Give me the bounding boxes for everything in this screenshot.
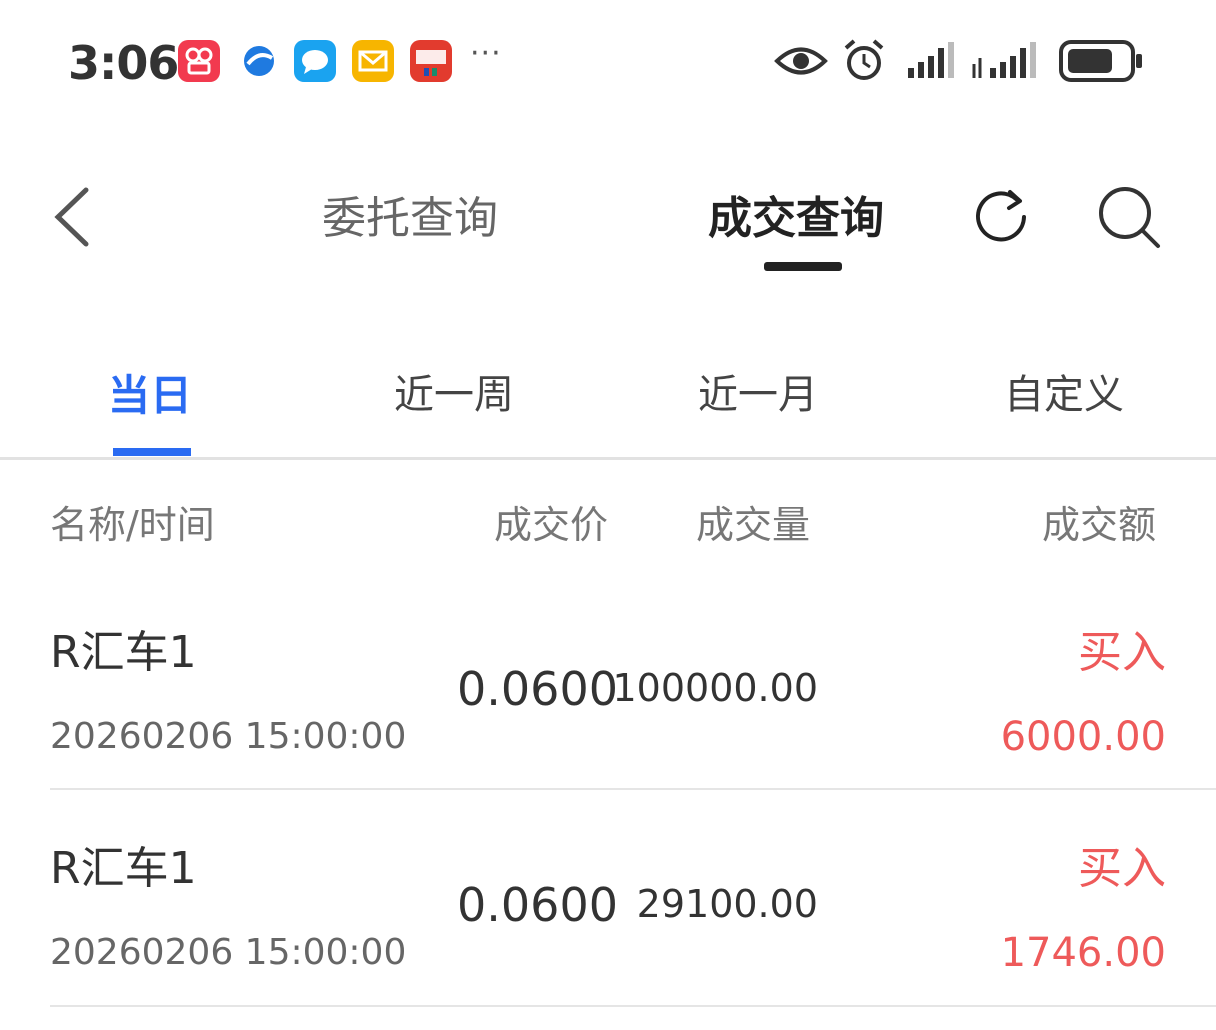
trade-side: 买入 <box>1078 627 1166 678</box>
kuaishou-app-icon <box>178 40 220 82</box>
active-tab-indicator <box>764 262 842 271</box>
status-time: 3:06 <box>68 36 179 90</box>
alarm-icon <box>844 39 884 80</box>
period-tab-month[interactable]: 近一月 <box>698 362 818 420</box>
signal-2-icon <box>972 42 1036 78</box>
trade-time: 20260206 15:00:00 <box>50 716 407 757</box>
period-tab-week[interactable]: 近一周 <box>394 362 514 420</box>
row-divider <box>50 788 1216 790</box>
trade-side: 买入 <box>1078 843 1166 894</box>
unionpay-app-icon <box>410 40 452 82</box>
period-tab-custom[interactable]: 自定义 <box>1004 362 1124 420</box>
trade-price: 0.0600 <box>457 878 618 932</box>
trade-volume: 100000.00 <box>612 666 819 710</box>
period-tabs: 当日 近一周 近一月 自定义 <box>0 350 1216 460</box>
trade-name: R汇车1 <box>50 843 197 894</box>
battery-icon <box>1059 40 1142 82</box>
header: 委托查询 成交查询 <box>0 140 1216 290</box>
search-icon[interactable] <box>1096 184 1162 250</box>
status-bar: 3:06 ··· <box>0 0 1216 120</box>
column-name-time: 名称/时间 <box>50 503 215 547</box>
refresh-icon[interactable] <box>970 184 1036 250</box>
trade-amount: 6000.00 <box>1000 714 1166 760</box>
divider <box>0 457 1216 460</box>
column-price: 成交价 <box>494 503 609 547</box>
back-arrow-icon[interactable] <box>50 184 94 250</box>
browser-app-icon <box>238 40 280 82</box>
column-amount: 成交额 <box>1042 503 1157 547</box>
trade-amount: 1746.00 <box>1000 930 1166 976</box>
signal-icon <box>908 42 954 78</box>
mail-app-icon <box>352 40 394 82</box>
message-app-icon <box>294 40 336 82</box>
trade-name: R汇车1 <box>50 627 197 678</box>
tab-trade-query[interactable]: 成交查询 <box>708 182 884 246</box>
trade-time: 20260206 15:00:00 <box>50 932 407 973</box>
trade-row[interactable]: R汇车1 20260206 15:00:00 0.0600 29100.00 买… <box>0 802 1216 1018</box>
period-tab-today[interactable]: 当日 <box>108 362 192 423</box>
column-volume: 成交量 <box>696 503 811 547</box>
trade-price: 0.0600 <box>457 662 618 716</box>
trade-row[interactable]: R汇车1 20260206 15:00:00 0.0600 100000.00 … <box>0 586 1216 802</box>
active-period-indicator <box>113 448 191 456</box>
tab-entrust-query[interactable]: 委托查询 <box>322 182 498 246</box>
more-notifications-icon: ··· <box>470 36 502 71</box>
eye-icon <box>774 47 828 75</box>
row-divider <box>50 1005 1216 1007</box>
trade-volume: 29100.00 <box>636 882 818 926</box>
